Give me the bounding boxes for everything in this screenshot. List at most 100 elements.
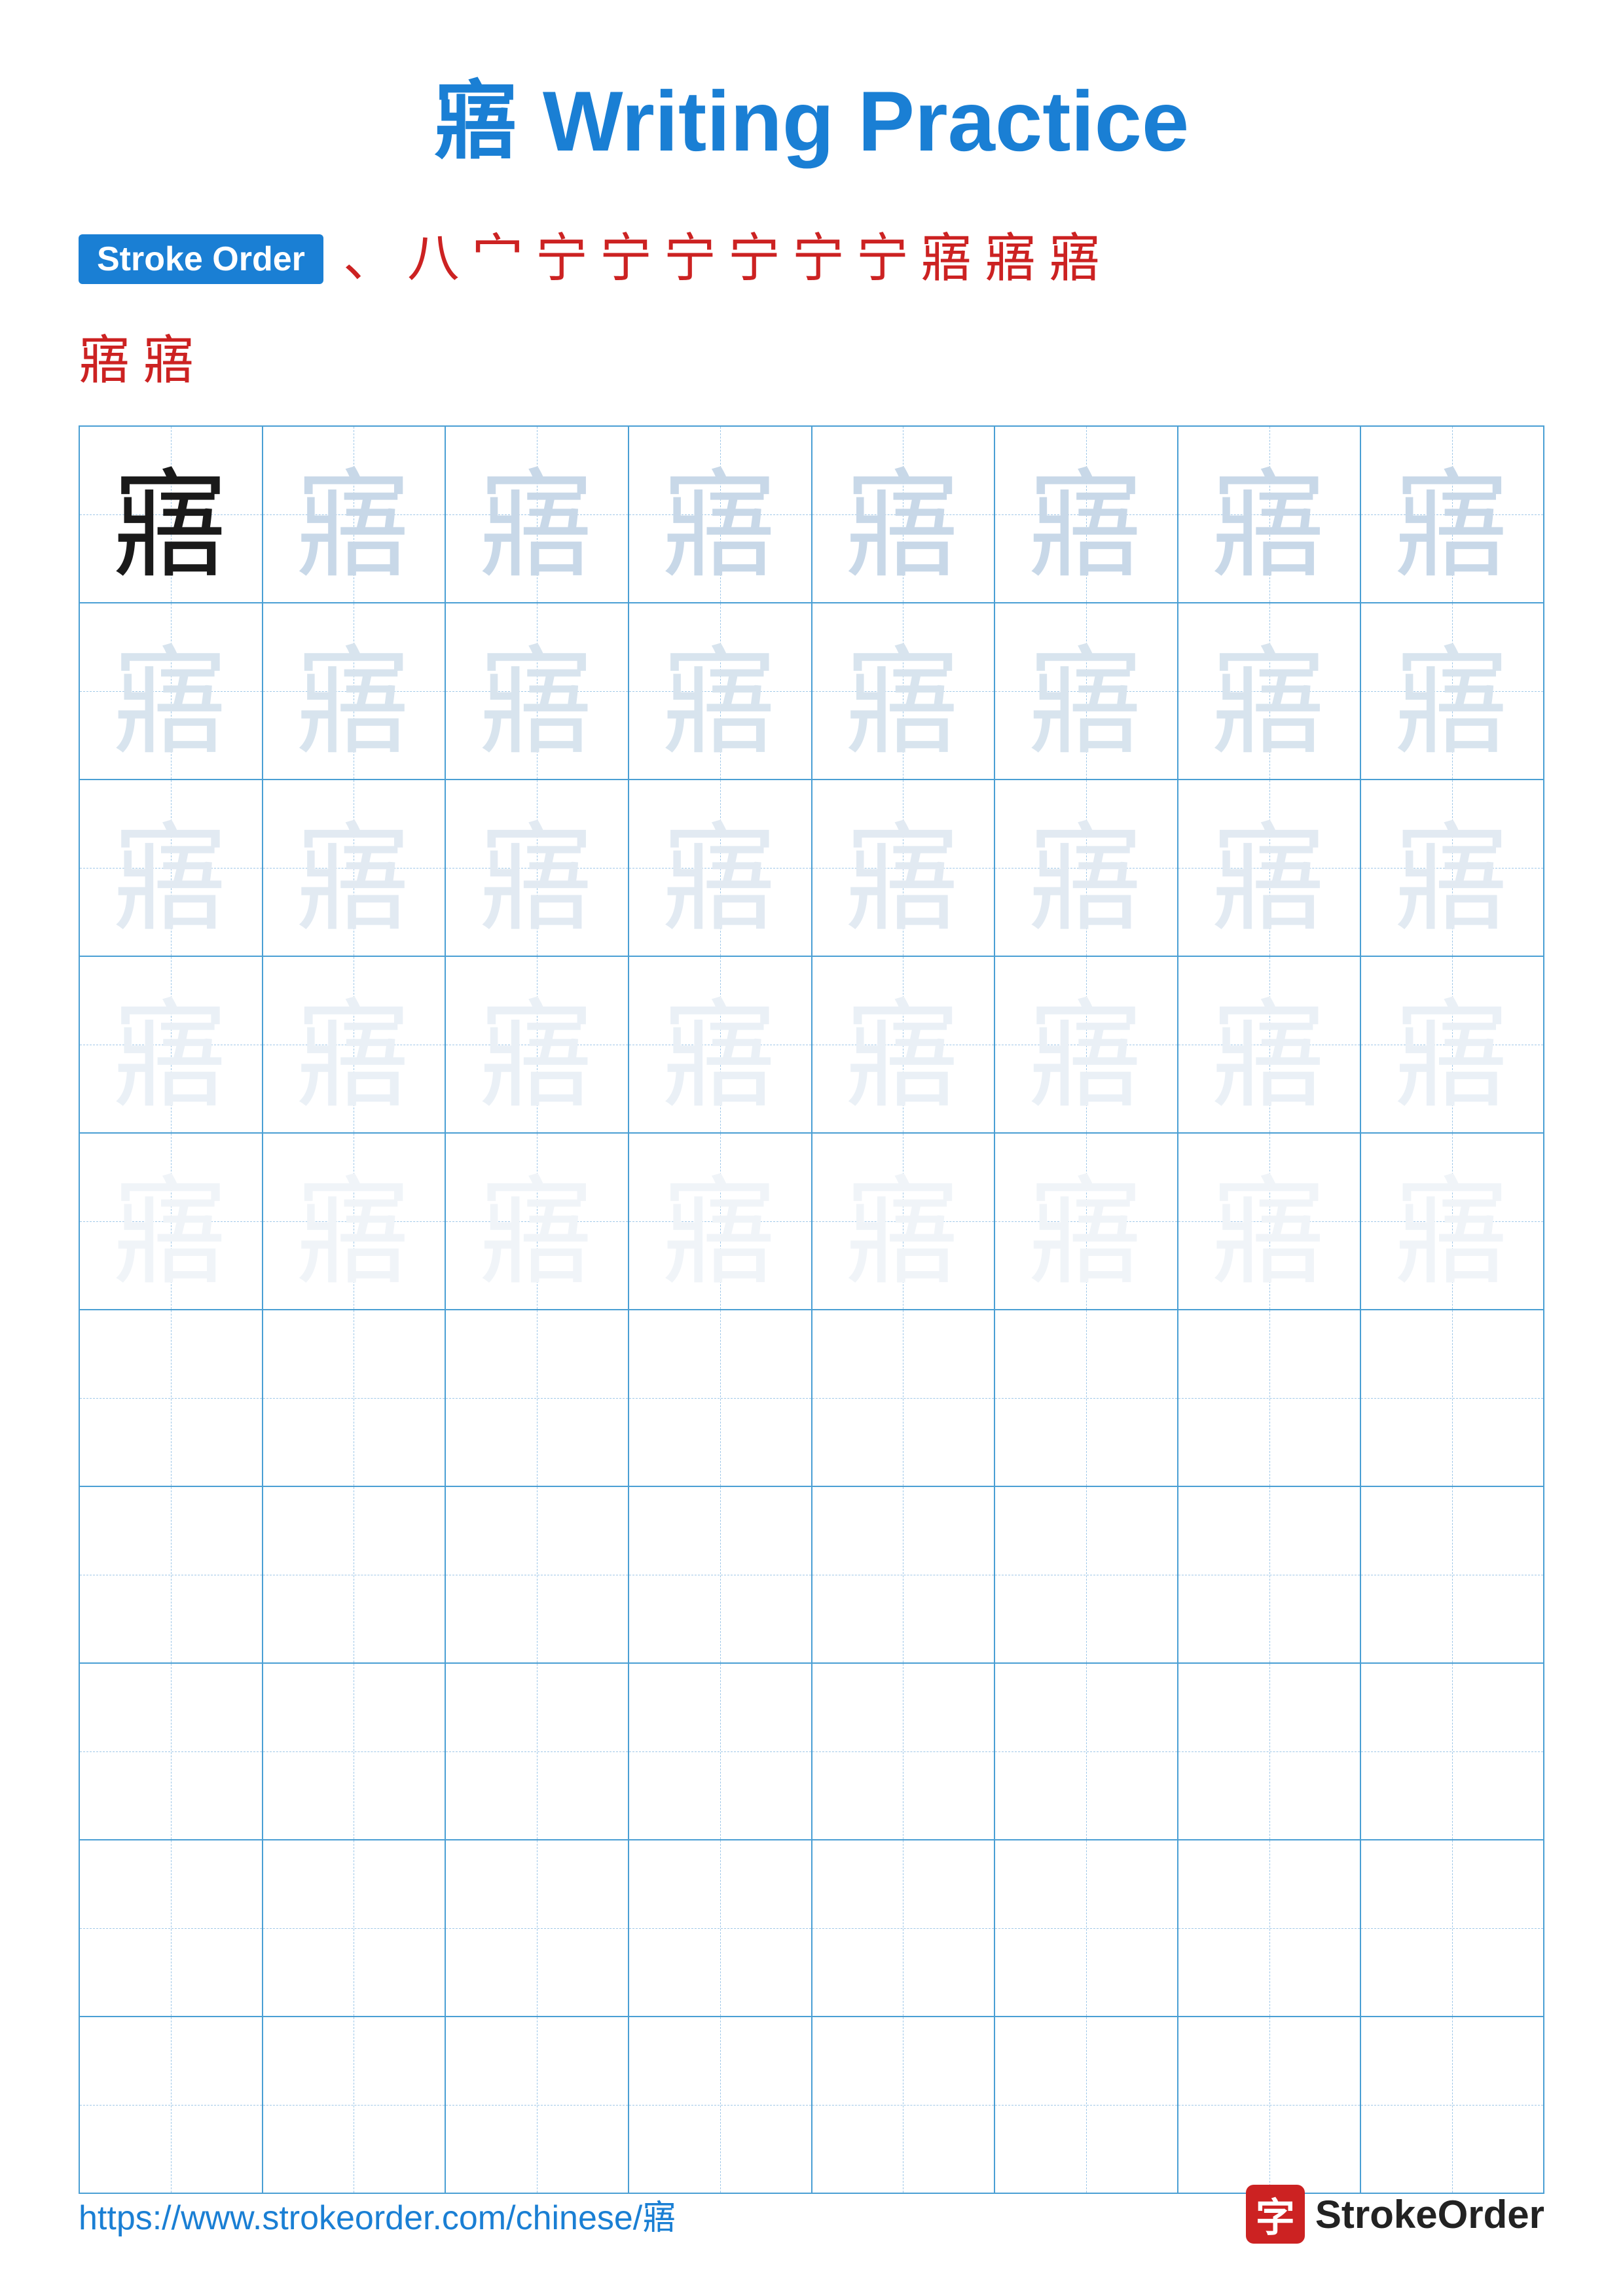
grid-cell-1-3: 寤 xyxy=(445,426,629,603)
grid-cell-1-2: 寤 xyxy=(263,426,446,603)
grid-cell-9-1[interactable] xyxy=(79,1840,263,2017)
grid-cell-6-2[interactable] xyxy=(263,1310,446,1486)
grid-cell-6-4[interactable] xyxy=(629,1310,812,1486)
grid-cell-9-2[interactable] xyxy=(263,1840,446,2017)
grid-cell-2-3: 寤 xyxy=(445,603,629,780)
stroke-sequence: 、 八 宀 宁 宁 宁 宁 宁 宁 寤 寤 寤 xyxy=(343,228,1113,291)
grid-cell-4-3: 寤 xyxy=(445,956,629,1133)
grid-cell-9-8[interactable] xyxy=(1360,1840,1544,2017)
grid-cell-5-6: 寤 xyxy=(994,1133,1178,1310)
grid-cell-1-6: 寤 xyxy=(994,426,1178,603)
grid-cell-10-3[interactable] xyxy=(445,2017,629,2193)
stroke-11: 寤 xyxy=(985,228,1037,291)
stroke-7: 宁 xyxy=(728,228,780,291)
stroke-6: 宁 xyxy=(664,228,716,291)
grid-row-7 xyxy=(79,1486,1544,1663)
stroke-8: 宁 xyxy=(792,228,845,291)
grid-cell-10-5[interactable] xyxy=(812,2017,995,2193)
grid-cell-9-4[interactable] xyxy=(629,1840,812,2017)
strokeorder-logo-icon: 字 xyxy=(1246,2185,1305,2244)
stroke-order-badge: Stroke Order xyxy=(79,234,323,284)
grid-cell-5-1: 寤 xyxy=(79,1133,263,1310)
grid-cell-4-8: 寤 xyxy=(1360,956,1544,1133)
grid-cell-7-8[interactable] xyxy=(1360,1486,1544,1663)
stroke-9: 宁 xyxy=(856,228,909,291)
grid-row-4: 寤 寤 寤 寤 寤 寤 寤 寤 xyxy=(79,956,1544,1133)
footer-url[interactable]: https://www.strokeorder.com/chinese/寤 xyxy=(79,2190,676,2239)
grid-cell-2-2: 寤 xyxy=(263,603,446,780)
stroke-2: 八 xyxy=(407,228,460,291)
stroke-5: 宁 xyxy=(600,228,652,291)
strokeorder-logo-text: StrokeOrder xyxy=(1315,2192,1544,2237)
grid-cell-10-1[interactable] xyxy=(79,2017,263,2193)
grid-row-9 xyxy=(79,1840,1544,2017)
grid-cell-8-5[interactable] xyxy=(812,1663,995,1840)
grid-cell-5-8: 寤 xyxy=(1360,1133,1544,1310)
grid-cell-6-6[interactable] xyxy=(994,1310,1178,1486)
grid-cell-7-6[interactable] xyxy=(994,1486,1178,1663)
stroke-10: 寤 xyxy=(921,228,973,291)
grid-cell-2-1: 寤 xyxy=(79,603,263,780)
grid-row-10 xyxy=(79,2017,1544,2193)
grid-cell-6-8[interactable] xyxy=(1360,1310,1544,1486)
stroke-1: 、 xyxy=(343,228,395,291)
grid-cell-8-3[interactable] xyxy=(445,1663,629,1840)
grid-row-3: 寤 寤 寤 寤 寤 寤 寤 寤 xyxy=(79,780,1544,956)
grid-cell-8-8[interactable] xyxy=(1360,1663,1544,1840)
grid-row-2: 寤 寤 寤 寤 寤 寤 寤 寤 xyxy=(79,603,1544,780)
grid-cell-8-4[interactable] xyxy=(629,1663,812,1840)
grid-cell-4-4: 寤 xyxy=(629,956,812,1133)
grid-cell-2-5: 寤 xyxy=(812,603,995,780)
grid-row-6 xyxy=(79,1310,1544,1486)
stroke-order-section: Stroke Order 、 八 宀 宁 宁 宁 宁 宁 宁 寤 寤 寤 xyxy=(79,228,1544,291)
stroke-3: 宀 xyxy=(471,228,524,291)
grid-cell-8-1[interactable] xyxy=(79,1663,263,1840)
grid-cell-10-6[interactable] xyxy=(994,2017,1178,2193)
grid-cell-7-1[interactable] xyxy=(79,1486,263,1663)
grid-cell-5-2: 寤 xyxy=(263,1133,446,1310)
grid-row-5: 寤 寤 寤 寤 寤 寤 寤 寤 xyxy=(79,1133,1544,1310)
grid-cell-10-7[interactable] xyxy=(1178,2017,1361,2193)
grid-cell-5-5: 寤 xyxy=(812,1133,995,1310)
grid-cell-10-2[interactable] xyxy=(263,2017,446,2193)
grid-cell-3-7: 寤 xyxy=(1178,780,1361,956)
grid-cell-6-5[interactable] xyxy=(812,1310,995,1486)
grid-cell-3-6: 寤 xyxy=(994,780,1178,956)
grid-cell-8-7[interactable] xyxy=(1178,1663,1361,1840)
grid-cell-9-6[interactable] xyxy=(994,1840,1178,2017)
grid-cell-2-4: 寤 xyxy=(629,603,812,780)
grid-cell-6-3[interactable] xyxy=(445,1310,629,1486)
stroke-14: 寤 xyxy=(143,330,195,393)
grid-cell-9-5[interactable] xyxy=(812,1840,995,2017)
grid-cell-4-2: 寤 xyxy=(263,956,446,1133)
grid-cell-1-7: 寤 xyxy=(1178,426,1361,603)
stroke-12: 寤 xyxy=(1049,228,1101,291)
grid-cell-6-1[interactable] xyxy=(79,1310,263,1486)
grid-cell-3-1: 寤 xyxy=(79,780,263,956)
grid-cell-8-6[interactable] xyxy=(994,1663,1178,1840)
grid-cell-7-5[interactable] xyxy=(812,1486,995,1663)
grid-cell-10-4[interactable] xyxy=(629,2017,812,2193)
grid-cell-4-7: 寤 xyxy=(1178,956,1361,1133)
grid-cell-3-2: 寤 xyxy=(263,780,446,956)
grid-cell-7-7[interactable] xyxy=(1178,1486,1361,1663)
grid-cell-5-4: 寤 xyxy=(629,1133,812,1310)
grid-cell-3-8: 寤 xyxy=(1360,780,1544,956)
grid-cell-2-8: 寤 xyxy=(1360,603,1544,780)
grid-cell-10-8[interactable] xyxy=(1360,2017,1544,2193)
grid-cell-7-2[interactable] xyxy=(263,1486,446,1663)
grid-cell-9-7[interactable] xyxy=(1178,1840,1361,2017)
grid-cell-5-7: 寤 xyxy=(1178,1133,1361,1310)
grid-cell-6-7[interactable] xyxy=(1178,1310,1361,1486)
footer: https://www.strokeorder.com/chinese/寤 字 … xyxy=(79,2185,1544,2244)
grid-cell-7-4[interactable] xyxy=(629,1486,812,1663)
grid-cell-1-1: 寤 xyxy=(79,426,263,603)
grid-cell-5-3: 寤 xyxy=(445,1133,629,1310)
grid-cell-7-3[interactable] xyxy=(445,1486,629,1663)
stroke-13: 寤 xyxy=(79,330,131,393)
grid-cell-3-3: 寤 xyxy=(445,780,629,956)
grid-cell-8-2[interactable] xyxy=(263,1663,446,1840)
grid-cell-9-3[interactable] xyxy=(445,1840,629,2017)
grid-row-1: 寤 寤 寤 寤 寤 寤 寤 寤 xyxy=(79,426,1544,603)
page-title: 寤 Writing Practice xyxy=(79,52,1544,175)
